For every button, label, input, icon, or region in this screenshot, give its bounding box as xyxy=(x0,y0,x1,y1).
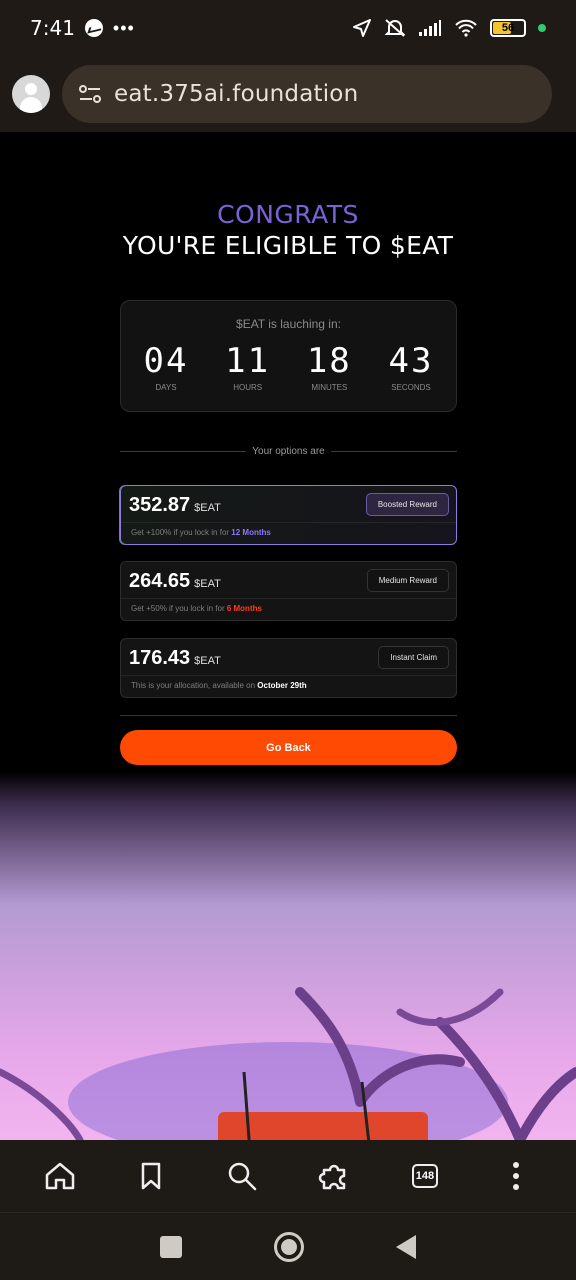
web-page: CONGRATS YOU'RE ELIGIBLE TO $EAT $EAT is… xyxy=(0,132,576,1140)
boosted-reward-button[interactable]: Boosted Reward xyxy=(365,493,449,516)
token-unit: $EAT xyxy=(194,578,221,590)
note-highlight: 6 Months xyxy=(226,604,262,613)
battery-icon: 56 xyxy=(490,19,526,37)
bookmarks-button[interactable] xyxy=(129,1154,173,1198)
address-bar[interactable]: eat.375ai.foundation xyxy=(62,65,552,123)
reward-amount: 352.87 $EAT xyxy=(129,494,221,517)
home-icon xyxy=(45,1162,74,1190)
countdown-value: 04 xyxy=(143,341,189,381)
countdown-label: DAYS xyxy=(155,383,177,392)
recents-button[interactable] xyxy=(160,1235,182,1258)
amount-value: 352.87 xyxy=(129,494,191,516)
note-text: This is your allocation, available on xyxy=(131,681,258,690)
bookmark-icon xyxy=(141,1162,161,1190)
countdown-label: MINUTES xyxy=(311,383,348,392)
countdown-value: 11 xyxy=(225,341,271,381)
note-text: Get +50% if you lock in for xyxy=(131,604,227,613)
countdown-label: HOURS xyxy=(233,383,263,392)
profile-avatar[interactable] xyxy=(12,75,50,113)
extensions-icon xyxy=(318,1164,345,1190)
status-bar: 7:41 ••• 56 xyxy=(0,0,576,56)
option-note: Get +100% if you lock in for 12 Months xyxy=(131,528,271,537)
amount-value: 264.65 xyxy=(129,570,191,592)
token-unit: $EAT xyxy=(194,502,221,514)
go-back-button[interactable]: Go Back xyxy=(120,730,457,765)
option-card-instant[interactable]: 176.43 $EAT Instant Claim This is your al… xyxy=(120,638,457,698)
note-highlight: 12 Months xyxy=(231,528,271,537)
clock: 7:41 xyxy=(30,16,75,40)
note-highlight: October 29th xyxy=(257,681,307,690)
tabs-icon: 148 xyxy=(411,1164,438,1188)
congrats-title: CONGRATS xyxy=(217,200,359,229)
countdown-value: 18 xyxy=(306,341,352,381)
privacy-indicator xyxy=(538,24,546,32)
back-system-button[interactable] xyxy=(396,1234,416,1259)
battery-level: 56 xyxy=(501,22,515,34)
browser-toolbar: eat.375ai.foundation xyxy=(0,56,576,132)
medium-reward-button[interactable]: Medium Reward xyxy=(366,569,449,592)
eligibility-title: YOU'RE ELIGIBLE TO $EAT xyxy=(122,231,454,260)
countdown-panel: $EAT is lauching in: 04 DAYS 11 HOURS 18… xyxy=(120,300,457,412)
option-note: This is your allocation, available on Oc… xyxy=(131,681,307,690)
countdown-days: 04 DAYS xyxy=(131,341,201,392)
browser-bottom-nav: 148 xyxy=(0,1140,576,1212)
home-button[interactable] xyxy=(38,1154,82,1198)
countdown-title: $EAT is lauching in: xyxy=(236,317,341,331)
token-unit: $EAT xyxy=(194,655,221,667)
messenger-icon xyxy=(84,19,103,37)
system-navigation-bar xyxy=(0,1212,576,1280)
site-settings-icon[interactable] xyxy=(78,83,102,105)
location-icon xyxy=(353,19,371,37)
menu-button[interactable] xyxy=(494,1154,538,1198)
extensions-button[interactable] xyxy=(312,1154,356,1198)
reward-amount: 176.43 $EAT xyxy=(129,647,221,670)
countdown-minutes: 18 MINUTES xyxy=(294,341,364,392)
instant-claim-button[interactable]: Instant Claim xyxy=(378,646,449,669)
reward-amount: 264.65 $EAT xyxy=(129,570,221,593)
option-note: Get +50% if you lock in for 6 Months xyxy=(131,604,262,613)
section-divider xyxy=(120,715,457,716)
search-icon xyxy=(229,1162,257,1191)
background-artwork xyxy=(0,772,576,1140)
url-text[interactable]: eat.375ai.foundation xyxy=(114,81,358,107)
countdown-seconds: 43 SECONDS xyxy=(376,341,446,392)
note-text: Get +100% if you lock in for xyxy=(131,528,232,537)
home-system-button[interactable] xyxy=(274,1231,304,1262)
mute-icon xyxy=(384,19,406,37)
countdown-value: 43 xyxy=(388,341,434,381)
search-button[interactable] xyxy=(220,1154,264,1198)
hero-heading: CONGRATS YOU'RE ELIGIBLE TO $EAT xyxy=(0,200,576,260)
option-card-boosted[interactable]: 352.87 $EAT Boosted Reward Get +100% if y… xyxy=(120,485,457,545)
tabs-button[interactable]: 148 xyxy=(403,1154,447,1198)
options-divider: Your options are xyxy=(120,446,457,457)
amount-value: 176.43 xyxy=(129,647,191,669)
signal-icon xyxy=(419,20,441,36)
countdown-label: SECONDS xyxy=(391,383,431,392)
countdown-hours: 11 HOURS xyxy=(213,341,283,392)
options-label: Your options are xyxy=(252,446,325,457)
more-notifications-icon: ••• xyxy=(112,17,135,38)
option-card-medium[interactable]: 264.65 $EAT Medium Reward Get +50% if you… xyxy=(120,561,457,621)
more-icon xyxy=(513,1162,520,1190)
wifi-icon xyxy=(455,19,477,37)
